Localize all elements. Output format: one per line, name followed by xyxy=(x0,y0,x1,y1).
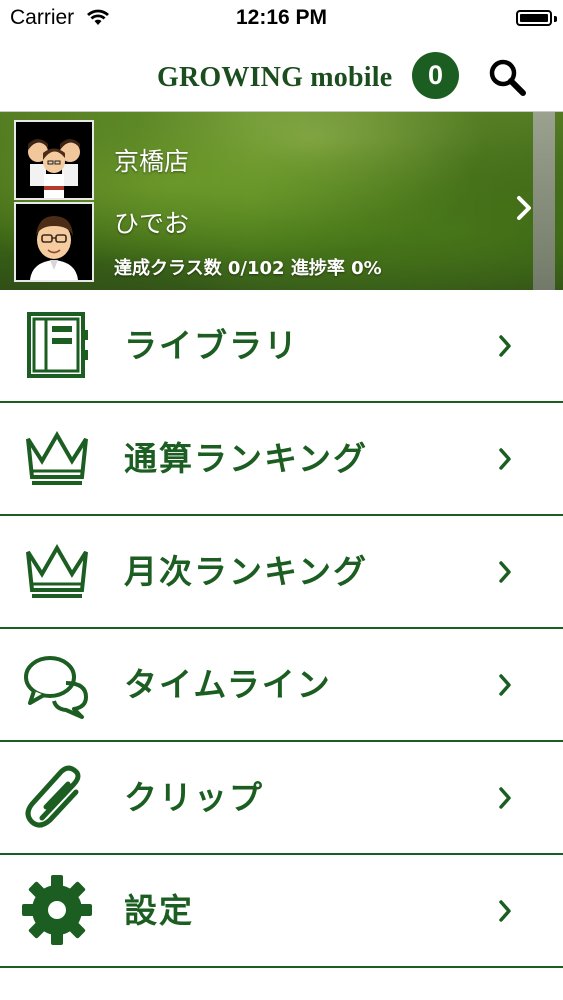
notebook-icon xyxy=(27,312,88,378)
chevron-right-icon xyxy=(499,335,511,357)
menu-item-library[interactable]: ライブラリ xyxy=(0,290,563,403)
notification-badge[interactable]: 0 xyxy=(412,52,459,99)
menu-item-label: 通算ランキング xyxy=(124,439,369,478)
main-menu: ライブラリ 通算ランキング 月次ランキング タイムライン クリップ 設定 xyxy=(0,290,563,968)
menu-item-label: クリップ xyxy=(124,778,264,817)
user-portrait-icon xyxy=(16,204,92,280)
menu-item-clip[interactable]: クリップ xyxy=(0,742,563,855)
store-avatar xyxy=(14,120,94,200)
user-avatar xyxy=(14,202,94,282)
menu-item-label: 月次ランキング xyxy=(124,552,369,591)
status-bar: Carrier 12:16 PM xyxy=(0,0,563,38)
menu-item-label: ライブラリ xyxy=(124,326,299,365)
battery-icon xyxy=(516,10,552,26)
paperclip-icon xyxy=(25,765,81,828)
chevron-right-icon[interactable] xyxy=(514,195,534,221)
chevron-right-icon xyxy=(499,787,511,809)
menu-item-label: 設定 xyxy=(124,891,194,930)
battery-tip xyxy=(554,16,557,22)
menu-item-monthly-ranking[interactable]: 月次ランキング xyxy=(0,516,563,629)
gear-icon xyxy=(22,875,92,945)
crown-icon xyxy=(26,543,88,598)
menu-item-settings[interactable]: 設定 xyxy=(0,855,563,968)
menu-item-label: タイムライン xyxy=(124,665,332,704)
user-name: ひでお xyxy=(114,209,190,238)
crown-icon xyxy=(26,430,88,485)
chat-bubbles-icon xyxy=(24,656,88,719)
chevron-right-icon xyxy=(499,900,511,922)
menu-item-timeline[interactable]: タイムライン xyxy=(0,629,563,742)
progress-summary: 達成クラス数 0/102 進捗率 0% xyxy=(114,258,382,279)
app-title: GROWING mobile xyxy=(157,62,393,93)
status-time: 12:16 PM xyxy=(235,6,328,29)
profile-banner[interactable]: 京橋店 ひでお 達成クラス数 0/102 進捗率 0% xyxy=(0,112,563,290)
chevron-right-icon xyxy=(499,674,511,696)
nav-bar: GROWING mobile 0 xyxy=(0,38,563,112)
store-name: 京橋店 xyxy=(114,147,190,176)
search-icon[interactable] xyxy=(484,54,530,100)
chevron-right-icon xyxy=(499,561,511,583)
banner-background-stripe xyxy=(533,112,555,290)
chevron-right-icon xyxy=(499,448,511,470)
store-group-icon xyxy=(16,122,92,198)
menu-item-total-ranking[interactable]: 通算ランキング xyxy=(0,403,563,516)
